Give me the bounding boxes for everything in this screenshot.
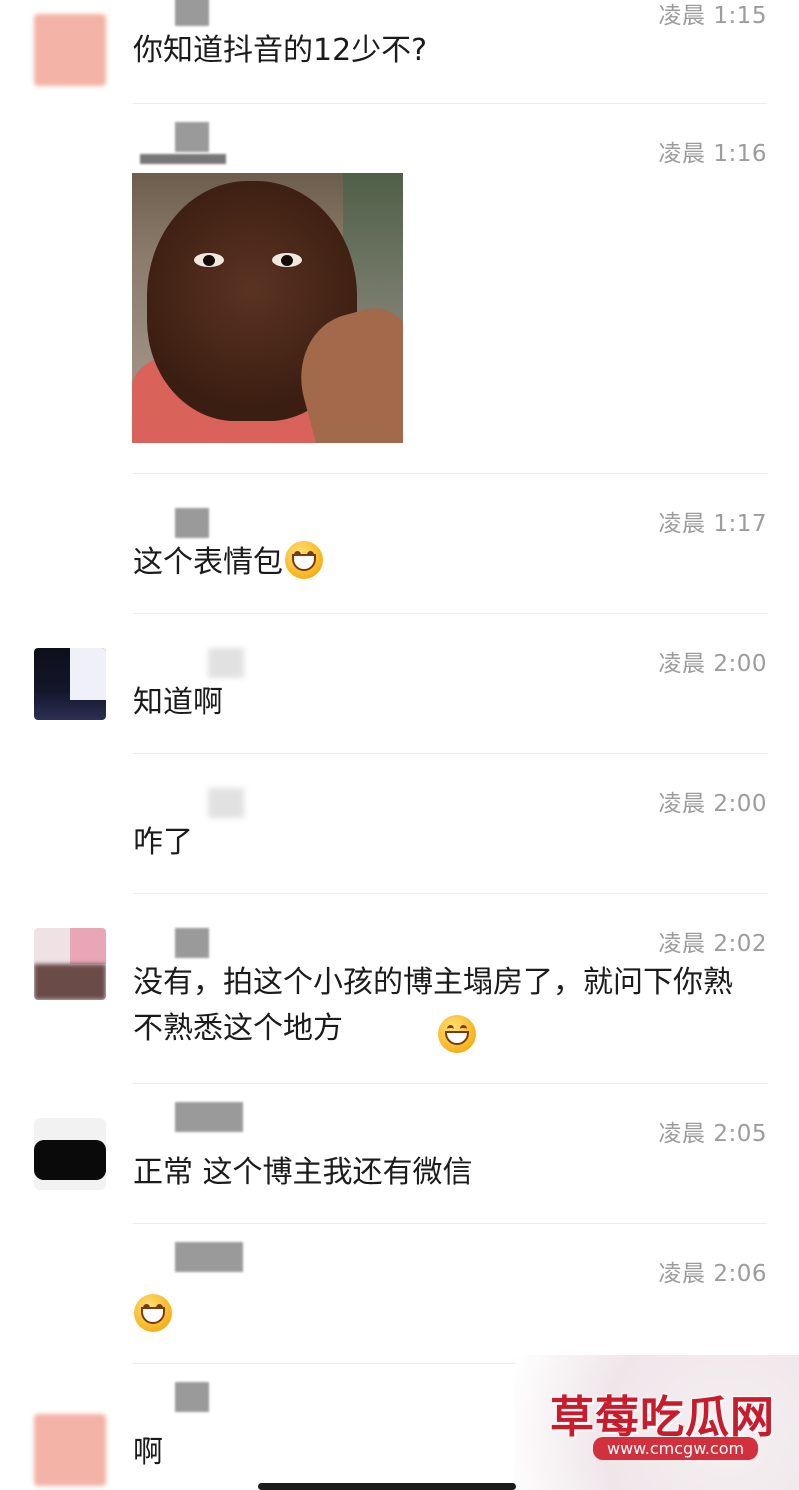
message-time: 凌晨 1:15 xyxy=(658,3,767,29)
avatar-detail xyxy=(70,648,106,700)
message-8: 凌晨 2:06 xyxy=(0,1224,799,1364)
message-text[interactable]: 你知道抖音的12少不? xyxy=(133,28,427,74)
message-time: 凌晨 2:00 xyxy=(658,791,767,817)
message-text[interactable]: 啊 xyxy=(133,1430,163,1476)
sender-name-blurred xyxy=(208,788,244,818)
sender-name-blurred xyxy=(175,928,209,958)
laughing-tears-emoji-icon xyxy=(134,1294,172,1332)
message-6: 凌晨 2:02 没有，拍这个小孩的博主塌房了，就问下你熟不熟悉这个地方 xyxy=(0,894,799,1084)
message-time: 凌晨 2:02 xyxy=(658,931,767,957)
watermark-url: www.cmcgw.com xyxy=(593,1437,759,1460)
avatar[interactable] xyxy=(34,1118,106,1190)
sender-name-blurred xyxy=(175,508,209,538)
message-time: 凌晨 1:16 xyxy=(658,141,767,167)
avatar[interactable] xyxy=(34,14,106,86)
message-text[interactable]: 咋了 xyxy=(133,820,193,866)
message-text-content: 这个表情包 xyxy=(133,545,283,580)
avatar-detail xyxy=(70,928,106,964)
avatar[interactable] xyxy=(34,928,106,1000)
sender-name-blurred xyxy=(175,0,209,26)
child-photo-image[interactable] xyxy=(132,173,403,443)
sender-name-blurred xyxy=(175,1382,209,1412)
avatar[interactable] xyxy=(34,1414,106,1486)
avatar[interactable] xyxy=(34,648,106,720)
photo-eye-right xyxy=(272,253,302,267)
photo-eye-left xyxy=(194,253,224,267)
message-7: 凌晨 2:05 正常 这个博主我还有微信 xyxy=(0,1084,799,1224)
message-3: 凌晨 1:17 这个表情包 xyxy=(0,474,799,614)
watermark-title: 草莓吃瓜网 xyxy=(550,1392,775,1443)
sender-name-blurred xyxy=(175,1242,243,1272)
avatar-detail xyxy=(34,964,106,1000)
sender-name-blurred xyxy=(140,154,226,164)
message-time: 凌晨 2:06 xyxy=(658,1261,767,1287)
message-5: 凌晨 2:00 咋了 xyxy=(0,754,799,894)
message-time: 凌晨 1:17 xyxy=(658,511,767,537)
watermark-logo: 草莓吃瓜网 www.cmcgw.com xyxy=(515,1355,799,1490)
avatar-detail xyxy=(34,1140,106,1180)
message-time: 凌晨 2:00 xyxy=(658,651,767,677)
home-indicator[interactable] xyxy=(258,1483,516,1490)
message-1: 凌晨 1:15 你知道抖音的12少不? xyxy=(0,0,799,104)
smile-emoji-icon xyxy=(438,1015,476,1053)
message-text[interactable]: 正常 这个博主我还有微信 xyxy=(133,1150,473,1196)
message-text[interactable]: 知道啊 xyxy=(133,680,223,726)
message-time: 凌晨 2:05 xyxy=(658,1121,767,1147)
sender-name-blurred xyxy=(175,1102,243,1132)
message-4: 凌晨 2:00 知道啊 xyxy=(0,614,799,754)
message-text[interactable]: 这个表情包 xyxy=(133,540,323,586)
sender-name-blurred xyxy=(208,648,244,678)
grin-emoji-icon xyxy=(285,541,323,579)
sender-name-blurred xyxy=(175,122,209,152)
